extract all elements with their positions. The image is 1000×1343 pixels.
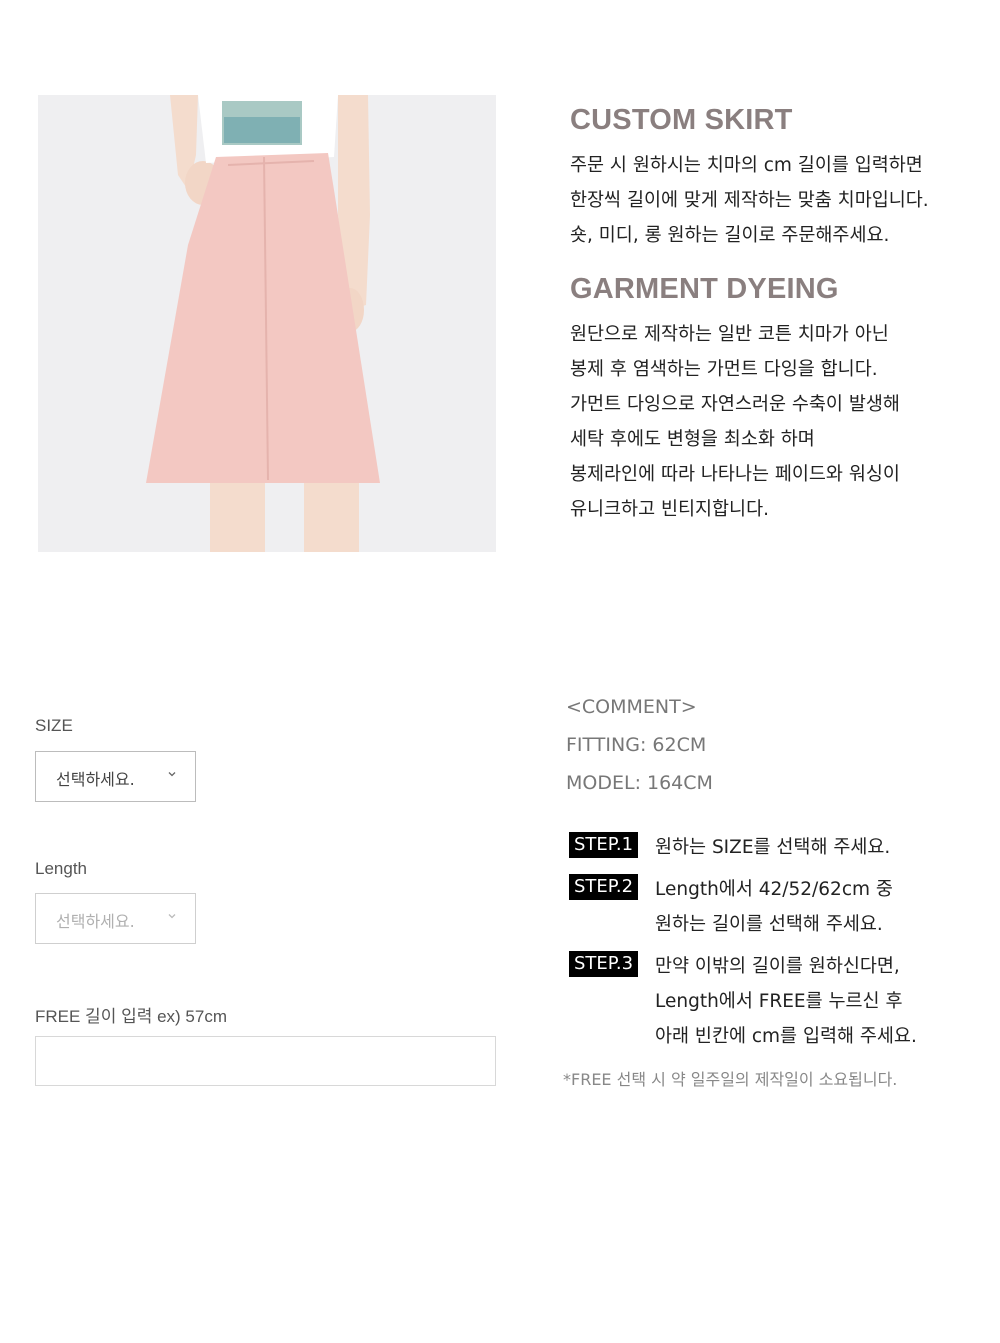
size-label: SIZE <box>35 716 73 735</box>
chevron-down-icon <box>168 914 176 919</box>
description-line: 숏, 미디, 롱 원하는 길이로 주문해주세요. <box>570 225 890 246</box>
step-badge: STEP.2 <box>569 874 639 900</box>
free-length-label: FREE 길이 입력 ex) 57cm <box>35 1007 227 1026</box>
description-line: 가먼트 다잉으로 자연스러운 수축이 발생해 <box>570 394 900 415</box>
length-select-value: 선택하세요. <box>56 912 135 931</box>
step-badge: STEP.1 <box>569 832 639 858</box>
step-1: STEP.1 원하는 SIZE를 선택해 주세요. <box>569 830 989 865</box>
description-line: 유니크하고 빈티지합니다. <box>570 499 769 520</box>
comment-model: MODEL: 164CM <box>566 772 713 794</box>
step-line: 만약 이밖의 길이를 원하신다면, <box>655 956 900 977</box>
description-line: 한장씩 길이에 맞게 제작하는 맞춤 치마입니다. <box>570 190 929 211</box>
size-select-value: 선택하세요. <box>56 770 135 789</box>
description-line: 주문 시 원하시는 치마의 cm 길이를 입력하면 <box>570 155 923 176</box>
step-2: STEP.2 Length에서 42/52/62cm 중 원하는 길이를 선택해… <box>569 872 989 942</box>
step-line: 아래 빈칸에 cm를 입력해 주세요. <box>655 1026 917 1047</box>
product-photo <box>38 95 496 552</box>
description-line: 봉제 후 염색하는 가먼트 다잉을 합니다. <box>570 359 878 380</box>
comment-block: <COMMENT> FITTING: 62CM MODEL: 164CM <box>566 688 713 802</box>
free-length-input[interactable] <box>35 1036 496 1086</box>
section-title-custom-skirt: CUSTOM SKIRT <box>570 104 793 136</box>
comment-header: <COMMENT> <box>566 696 697 718</box>
product-description: CUSTOM SKIRT 주문 시 원하시는 치마의 cm 길이를 입력하면 한… <box>570 104 980 527</box>
length-select[interactable]: 선택하세요. <box>35 893 196 944</box>
chevron-down-icon <box>168 772 176 777</box>
skirt-model-image <box>38 95 496 552</box>
length-label: Length <box>35 859 87 878</box>
description-line: 원단으로 제작하는 일반 코튼 치마가 아닌 <box>570 324 889 345</box>
description-line: 봉제라인에 따라 나타나는 페이드와 워싱이 <box>570 464 900 485</box>
comment-fitting: FITTING: 62CM <box>566 734 707 756</box>
step-line: Length에서 42/52/62cm 중 <box>655 879 893 900</box>
order-steps: STEP.1 원하는 SIZE를 선택해 주세요. STEP.2 Length에… <box>569 830 989 1061</box>
step-line: Length에서 FREE를 누르신 후 <box>655 991 903 1012</box>
step-line: 원하는 길이를 선택해 주세요. <box>655 914 883 935</box>
free-option-note: *FREE 선택 시 약 일주일의 제작일이 소요됩니다. <box>563 1070 898 1089</box>
size-select[interactable]: 선택하세요. <box>35 751 196 802</box>
description-line: 세탁 후에도 변형을 최소화 하며 <box>570 429 815 450</box>
section-title-garment-dyeing: GARMENT DYEING <box>570 273 839 305</box>
step-3: STEP.3 만약 이밖의 길이를 원하신다면, Length에서 FREE를 … <box>569 949 989 1054</box>
step-badge: STEP.3 <box>569 951 639 977</box>
step-line: 원하는 SIZE를 선택해 주세요. <box>655 837 891 858</box>
